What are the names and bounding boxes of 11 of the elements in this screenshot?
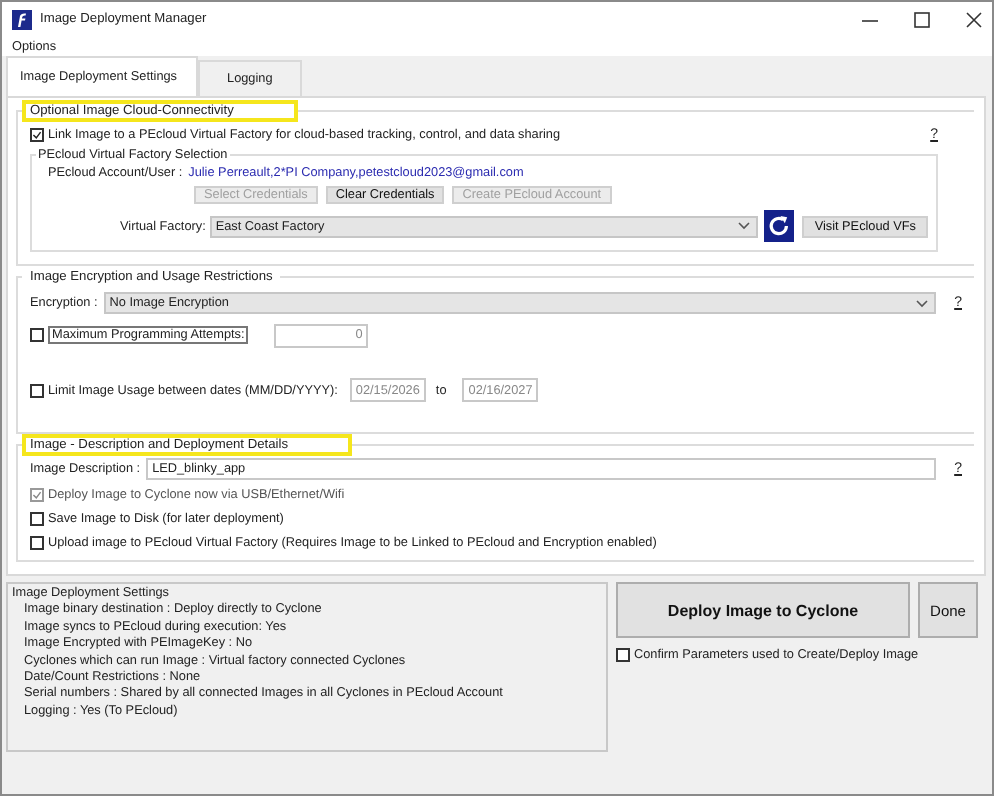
app-icon [12, 9, 32, 29]
maximize-icon[interactable] [912, 9, 932, 29]
deploy-button[interactable]: Deploy Image to Cyclone [616, 582, 910, 638]
refresh-icon[interactable] [764, 210, 795, 242]
caret-icon [738, 222, 751, 230]
checkbox[interactable] [30, 511, 44, 525]
caret-icon [916, 299, 929, 307]
checkbox[interactable] [30, 127, 44, 141]
close-icon[interactable] [964, 9, 984, 29]
checkbox[interactable] [616, 647, 630, 661]
checkbox[interactable] [30, 535, 44, 549]
